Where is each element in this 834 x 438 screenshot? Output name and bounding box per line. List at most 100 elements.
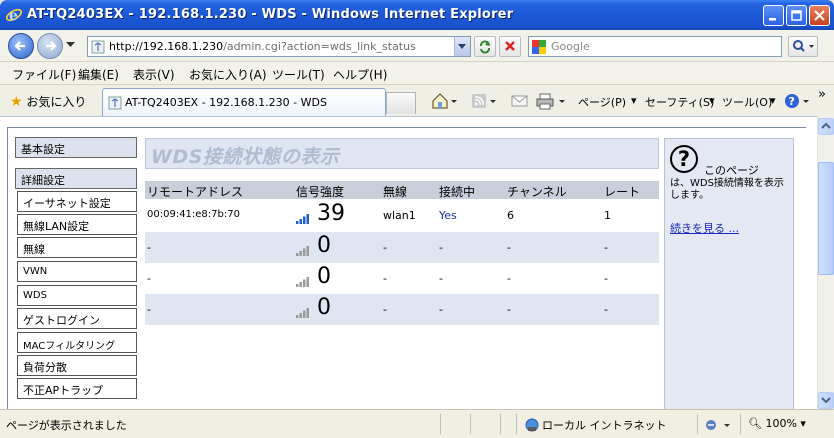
address-field[interactable]: http://192.168.1.230/admin.cgi?action=wd…	[87, 36, 471, 57]
menu-tools[interactable]: ツール(T)	[272, 66, 325, 83]
menu-help[interactable]: ヘルプ(H)	[333, 66, 387, 83]
new-tab-button[interactable]	[386, 92, 416, 114]
refresh-button[interactable]	[474, 36, 496, 57]
menu-favorites[interactable]: お気に入り(A)	[189, 66, 267, 83]
search-input[interactable]: Google	[528, 36, 782, 57]
sidebar-item-load-balancing[interactable]: 負荷分散	[17, 355, 137, 376]
help-text: は、WDS接続情報を表示します。	[670, 178, 784, 201]
page-icon	[108, 96, 122, 110]
menu-view[interactable]: 表示(V)	[133, 66, 175, 83]
scroll-down-button[interactable]	[818, 392, 834, 409]
sidebar-item-wds[interactable]: WDS	[17, 285, 137, 306]
tab-title: AT-TQ2403EX - 192.168.1.230 - WDS	[125, 96, 327, 109]
stop-button[interactable]	[499, 36, 521, 57]
close-icon	[814, 10, 825, 21]
help-heading: このページ	[704, 164, 759, 177]
cell-address: 00:09:41:e8:7b:70	[147, 209, 240, 220]
title-bar: e AT-TQ2403EX - 192.168.1.230 - WDS - Wi…	[0, 0, 834, 30]
signal-strength-icon	[296, 214, 309, 224]
col-channel: チャンネル	[507, 185, 567, 199]
cell-rate: 1	[604, 209, 611, 222]
favorites-button[interactable]: ★ お気に入り	[10, 93, 86, 110]
history-dropdown-icon[interactable]	[66, 42, 75, 48]
page-menu[interactable]: ページ(P)	[578, 94, 626, 110]
help-icon[interactable]: ?	[783, 91, 813, 111]
col-signal: 信号強度	[296, 185, 345, 199]
window-title: AT-TQ2403EX - 192.168.1.230 - WDS - Wind…	[27, 7, 514, 22]
sidebar-item-mac-filtering[interactable]: MACフィルタリング	[17, 332, 137, 353]
search-button[interactable]	[788, 36, 818, 57]
home-icon[interactable]	[430, 91, 458, 111]
menu-edit[interactable]: 編集(E)	[78, 66, 119, 83]
search-placeholder: Google	[551, 40, 590, 53]
minimize-button[interactable]	[763, 5, 784, 26]
signal-strength-icon	[296, 246, 309, 256]
cell-signal: 0	[317, 264, 331, 289]
page-title-bar: WDS接続状態の表示	[145, 138, 659, 169]
mail-icon[interactable]	[510, 91, 530, 111]
search-icon	[793, 40, 814, 52]
cell-radio: -	[383, 303, 387, 316]
col-rate: レート	[604, 185, 641, 199]
cell-signal: 0	[317, 233, 331, 258]
star-icon: ★	[10, 94, 23, 110]
back-button[interactable]	[8, 33, 34, 59]
col-remote-address: リモートアドレス	[147, 185, 244, 199]
menu-bar: ファイル(F) 編集(E) 表示(V) お気に入り(A) ツール(T) ヘルプ(…	[0, 62, 834, 84]
help-more-link[interactable]: 続きを見る ...	[670, 220, 739, 236]
table-row: - 0 - - - -	[145, 263, 659, 294]
cell-connected: -	[439, 272, 443, 285]
sidebar-item-ethernet[interactable]: イーサネット設定	[17, 191, 137, 212]
toolbar-chevron[interactable]: »	[818, 87, 826, 102]
tools-menu[interactable]: ツール(O)	[722, 94, 772, 110]
cell-rate: -	[604, 272, 608, 285]
tab-active[interactable]: AT-TQ2403EX - 192.168.1.230 - WDS	[102, 88, 386, 116]
ie-logo-icon: e	[5, 8, 23, 24]
menu-file[interactable]: ファイル(F)	[12, 66, 76, 83]
address-dropdown-button[interactable]	[454, 37, 470, 56]
sidebar-item-guest-login[interactable]: ゲストログイン	[17, 308, 137, 329]
safety-menu[interactable]: セーフティ(S)	[645, 94, 714, 110]
forward-arrow-icon	[46, 41, 57, 51]
sidebar-item-basic-settings[interactable]: 基本設定	[15, 137, 137, 158]
forward-button[interactable]	[37, 33, 63, 59]
intranet-zone-icon	[525, 418, 539, 432]
page-icon	[91, 40, 105, 54]
maximize-icon	[791, 10, 802, 21]
table-header: リモートアドレス 信号強度 無線 接続中 チャンネル レート	[145, 181, 659, 199]
sidebar-item-wireless-lan[interactable]: 無線LAN設定	[17, 214, 137, 235]
table-row: - 0 - - - -	[145, 232, 659, 263]
cell-address: -	[147, 241, 151, 254]
cell-channel: -	[507, 303, 511, 316]
cell-signal: 0	[317, 295, 331, 320]
scroll-up-button[interactable]	[818, 118, 834, 135]
status-bar: ページが表示されました ローカル イントラネット 🔍︎ 100% ▾	[0, 409, 834, 438]
cell-radio: wlan1	[383, 209, 416, 222]
print-icon[interactable]	[536, 91, 568, 111]
signal-strength-icon	[296, 277, 309, 287]
col-radio: 無線	[383, 185, 408, 199]
table-row: 00:09:41:e8:7b:70 39 wlan1 Yes 6 1	[145, 200, 659, 231]
favorites-label: お気に入り	[26, 95, 87, 109]
zoom-control[interactable]: 🔍︎ 100% ▾	[748, 417, 806, 430]
status-text: ページが表示されました	[6, 419, 127, 432]
minimize-icon	[769, 18, 776, 21]
sidebar-item-wireless[interactable]: 無線	[17, 237, 137, 258]
cell-channel: 6	[507, 209, 514, 222]
sidebar-item-rogue-ap[interactable]: 不正APトラップ	[17, 378, 137, 399]
feeds-icon[interactable]	[470, 91, 498, 111]
close-button[interactable]	[809, 5, 830, 26]
protected-mode-icon[interactable]	[704, 417, 734, 433]
sidebar-item-advanced-settings[interactable]: 詳細設定	[15, 168, 137, 189]
maximize-button[interactable]	[786, 5, 807, 26]
cell-channel: -	[507, 241, 511, 254]
svg-text:?: ?	[789, 95, 795, 108]
vertical-scrollbar[interactable]	[817, 116, 834, 409]
sidebar-item-vwn[interactable]: VWN	[17, 261, 137, 282]
url-path: /admin.cgi?action=wds_link_status	[223, 40, 416, 53]
scroll-thumb[interactable]	[818, 162, 834, 275]
cell-address: -	[147, 272, 151, 285]
cell-connected: -	[439, 303, 443, 316]
cell-radio: -	[383, 272, 387, 285]
stop-icon	[505, 41, 515, 51]
